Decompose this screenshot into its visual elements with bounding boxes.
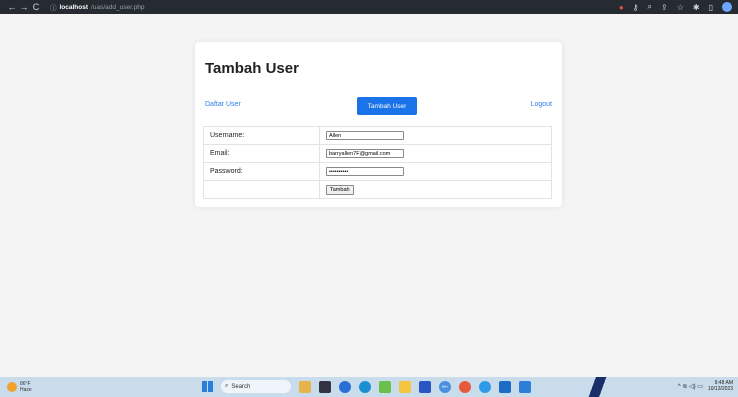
tray-icons[interactable]: ^ ≋ ◁) ▭	[678, 383, 703, 390]
task-view-icon[interactable]	[319, 380, 331, 393]
windows-taskbar: 86°F Haze ⌕ Search 99+ ^ ≋ ◁) ▭ 9:48 AM …	[0, 377, 738, 397]
clock-date: 10/13/2023	[707, 386, 733, 392]
vscode-icon[interactable]	[519, 380, 531, 393]
address-host: localhost	[59, 3, 89, 11]
app2-icon[interactable]	[479, 380, 491, 393]
taskbar-accent-stripe	[575, 377, 620, 397]
mail-icon[interactable]	[499, 380, 511, 393]
page-nav: Daftar User Tambah User Logout	[205, 97, 552, 115]
page-title: Tambah User	[205, 60, 299, 77]
address-bar[interactable]: ⓘ localhost/uas/add_user.php	[50, 2, 145, 13]
form-row-password: Password:	[203, 162, 552, 181]
sidepanel-icon[interactable]: ▯	[709, 3, 713, 12]
forward-icon[interactable]: →	[18, 2, 30, 12]
file-explorer-icon[interactable]	[399, 380, 411, 393]
store-icon[interactable]	[419, 380, 431, 393]
search-icon: ⌕	[225, 383, 229, 389]
reload-icon[interactable]: C	[30, 2, 42, 12]
taskbar-search[interactable]: ⌕ Search	[221, 380, 291, 393]
widgets-icon[interactable]	[299, 380, 311, 393]
search-label: Search	[231, 383, 251, 390]
key-icon[interactable]: ⚷	[633, 3, 639, 12]
star-icon[interactable]: ☆	[677, 3, 684, 12]
form-row-email: Email:	[203, 144, 552, 163]
password-label: Password:	[203, 162, 320, 181]
clock[interactable]: 9:48 AM 10/13/2023	[708, 380, 733, 392]
share-icon[interactable]: ⇪	[661, 3, 668, 12]
weather-desc: Haze	[20, 387, 32, 393]
color-icon[interactable]: ●	[619, 3, 624, 12]
taskbar-apps: ⌕ Search 99+	[202, 380, 531, 393]
tambah-submit-button[interactable]: Tambah	[326, 184, 354, 195]
daftar-user-link[interactable]: Daftar User	[205, 101, 241, 108]
email-input[interactable]	[326, 149, 404, 158]
browser-actions: ● ⚷ ⌕ ⇪ ☆ ✱ ▯	[619, 2, 732, 12]
notification-badge[interactable]: 99+	[439, 380, 451, 393]
email-label: Email:	[203, 144, 320, 163]
extensions-icon[interactable]: ✱	[693, 3, 700, 12]
back-icon[interactable]: ←	[6, 2, 18, 12]
weather-widget[interactable]: 86°F Haze	[7, 381, 32, 393]
chrome-icon[interactable]	[359, 380, 371, 393]
username-label: Username:	[203, 126, 320, 145]
weather-sun-icon	[7, 382, 17, 392]
form-row-username: Username:	[203, 126, 552, 145]
add-user-form: Username: Email: Password: Tambah	[203, 126, 552, 199]
tambah-user-button[interactable]: Tambah User	[357, 97, 417, 115]
add-user-card: Tambah User Daftar User Tambah User Logo…	[195, 42, 562, 207]
password-input[interactable]	[326, 167, 404, 176]
address-path: /uas/add_user.php	[91, 3, 145, 11]
username-input[interactable]	[326, 131, 404, 140]
windows-start-icon[interactable]	[202, 381, 213, 392]
color-app-icon[interactable]	[459, 380, 471, 393]
app-icon[interactable]	[379, 380, 391, 393]
browser-toolbar: ← → C ⓘ localhost/uas/add_user.php ● ⚷ ⌕…	[0, 0, 738, 14]
form-row-submit: Tambah	[203, 180, 552, 199]
edge-icon[interactable]	[339, 380, 351, 393]
zoom-icon[interactable]: ⌕	[648, 2, 652, 12]
site-info-icon[interactable]: ⓘ	[50, 2, 57, 12]
system-tray: ^ ≋ ◁) ▭ 9:48 AM 10/13/2023	[678, 380, 733, 392]
avatar[interactable]	[722, 2, 732, 12]
logout-link[interactable]: Logout	[531, 101, 552, 108]
